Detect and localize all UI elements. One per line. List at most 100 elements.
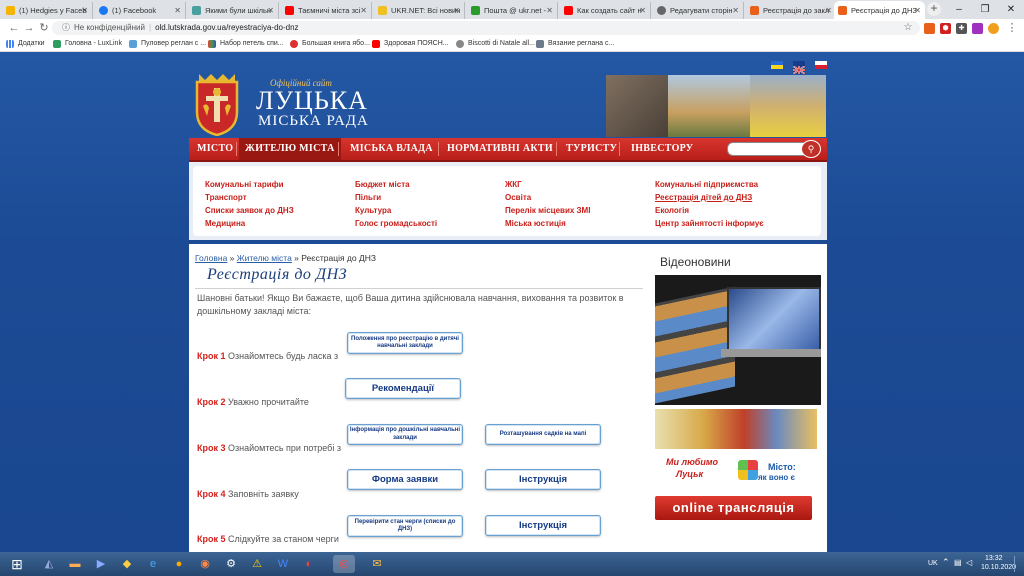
tab-close-icon[interactable]: ✕ <box>360 6 367 15</box>
browser-tab-active[interactable]: Реєстрація до ДНЗ ✕ <box>834 1 925 19</box>
site-title[interactable]: ЛУЦЬКА <box>256 88 368 114</box>
form-instruction-button[interactable]: Інструкція <box>485 469 601 490</box>
apps-bookmark[interactable]: Додатки <box>6 38 45 50</box>
tray-chevron-icon[interactable]: ⌃ <box>942 557 950 568</box>
puzzle-icon[interactable]: ✚ <box>956 23 967 34</box>
submenu-link[interactable]: ЖКГ <box>505 180 522 189</box>
submenu-link[interactable]: Голос громадськості <box>355 219 437 228</box>
breadcrumb-home-link[interactable]: Головна <box>195 253 227 263</box>
bookmark-item[interactable]: Пуловер реглан с ... <box>129 38 206 50</box>
profile-avatar[interactable] <box>988 23 999 34</box>
tab-close-icon[interactable]: ✕ <box>81 6 88 15</box>
recommendations-button[interactable]: Рекомендації <box>345 378 461 399</box>
bookmark-item[interactable]: Вязание реглана с... <box>536 38 614 50</box>
submenu-link[interactable]: Бюджет міста <box>355 180 410 189</box>
nav-item-city-government[interactable]: МІСЬКА ВЛАДА <box>350 138 433 160</box>
browser-tab[interactable]: Реєстрація до закл ✕ <box>746 2 837 19</box>
submenu-link[interactable]: Культура <box>355 206 391 215</box>
tab-close-icon[interactable]: ✕ <box>453 6 460 15</box>
tab-close-icon[interactable]: ✕ <box>546 6 553 15</box>
bookmark-item[interactable]: Большая книга ябо... <box>290 38 370 50</box>
bookmark-item[interactable]: Головна - LuxLink <box>53 38 122 50</box>
browser-tab[interactable]: UKR.NET: Всі новин ✕ <box>374 2 465 19</box>
new-tab-plus-icon[interactable]: + <box>927 2 941 16</box>
city-photo-banner[interactable] <box>655 409 817 449</box>
start-windows-icon[interactable]: ⊞ <box>4 554 30 574</box>
poland-flag-icon[interactable] <box>815 61 827 69</box>
site-search-input[interactable] <box>727 142 809 156</box>
nav-item-misto[interactable]: МІСТО <box>197 138 233 160</box>
nav-item-investor[interactable]: ІНВЕСТОРУ <box>631 138 693 160</box>
submenu-link-active[interactable]: Реєстрація дітей до ДНЗ <box>655 193 752 202</box>
back-arrow-icon[interactable]: ← <box>6 20 22 36</box>
app-icon[interactable]: ⚙ <box>220 555 242 573</box>
submenu-link[interactable]: Освіта <box>505 193 531 202</box>
app-icon[interactable]: ✉ <box>366 555 388 573</box>
submenu-link[interactable]: Комунальні підприємства <box>655 180 758 189</box>
application-form-button[interactable]: Форма заявки <box>347 469 463 490</box>
browser-tab[interactable]: (1) Facebook ✕ <box>95 2 186 19</box>
bookmark-item[interactable]: Biscotti di Natale all... <box>456 38 535 50</box>
video-news-banner[interactable] <box>655 275 821 405</box>
word-icon[interactable]: W <box>272 555 294 573</box>
chrome-icon[interactable]: ◎ <box>333 555 355 573</box>
language-indicator[interactable]: UK <box>928 560 938 567</box>
submenu-link[interactable]: Комунальні тарифи <box>205 180 284 189</box>
app-icon[interactable]: ◭ <box>38 555 60 573</box>
network-icon[interactable]: ▤ <box>954 558 962 567</box>
minimize-icon[interactable]: – <box>946 0 972 19</box>
ukraine-flag-icon[interactable] <box>771 61 783 69</box>
bookmark-item[interactable]: Набор петель спи... <box>208 38 284 50</box>
star-icon[interactable]: ☆ <box>900 20 916 36</box>
breadcrumb-section-link[interactable]: Жителю міста <box>237 253 292 263</box>
show-desktop-button[interactable] <box>1014 556 1023 572</box>
bookmark-item[interactable]: Здоровая ПОЯСН... <box>372 38 449 50</box>
window-close-icon[interactable]: ✕ <box>998 0 1024 19</box>
browser-tab[interactable]: Пошта @ ukr.net - ✕ <box>467 2 558 19</box>
uk-flag-icon[interactable] <box>792 61 806 75</box>
abp-extension-icon[interactable]: ⬢ <box>940 23 951 34</box>
browser-tab[interactable]: Как создать сайт н ✕ <box>560 2 651 19</box>
internet-explorer-icon[interactable]: e <box>142 555 164 573</box>
regulations-button[interactable]: Положення про реєстрацію в дитячі навчал… <box>347 332 463 354</box>
kindergartens-map-button[interactable]: Розташування садків на мапі <box>485 424 601 445</box>
submenu-link[interactable]: Списки заявок до ДНЗ <box>205 206 294 215</box>
maximize-icon[interactable]: ❐ <box>972 0 998 19</box>
extension-icon[interactable] <box>972 23 983 34</box>
search-icon[interactable]: ⚲ <box>801 140 821 158</box>
nav-item-tourist[interactable]: ТУРИСТУ <box>566 138 617 160</box>
app-icon[interactable]: ◆ <box>116 555 138 573</box>
browser-tab[interactable]: (1) Hedgies у Faceb ✕ <box>2 2 93 19</box>
volume-icon[interactable]: ◁ <box>966 558 972 567</box>
online-broadcast-button[interactable]: online трансляція <box>655 496 812 520</box>
browser-tab[interactable]: Якими були шкільн ✕ <box>188 2 279 19</box>
nav-item-regulations[interactable]: НОРМАТИВНІ АКТИ <box>447 138 553 160</box>
tab-close-icon[interactable]: ✕ <box>732 6 739 15</box>
submenu-link[interactable]: Медицина <box>205 219 245 228</box>
reload-icon[interactable]: ↻ <box>36 20 52 36</box>
submenu-link[interactable]: Міська юстиція <box>505 219 566 228</box>
check-queue-button[interactable]: Перевірити стан черги (списки до ДНЗ) <box>347 515 463 537</box>
menu-dots-icon[interactable]: ⋮ <box>1004 20 1020 36</box>
app-icon[interactable]: ● <box>168 555 190 573</box>
extension-icon[interactable] <box>924 23 935 34</box>
tab-close-icon[interactable]: ✕ <box>825 6 832 15</box>
queue-instruction-button[interactable]: Інструкція <box>485 515 601 536</box>
browser-tab[interactable]: Редагувати сторін ✕ <box>653 2 744 19</box>
submenu-link[interactable]: Транспорт <box>205 193 247 202</box>
app-icon[interactable]: ◐ <box>298 555 320 573</box>
submenu-link[interactable]: Центр зайнятості інформує <box>655 219 764 228</box>
app-icon[interactable]: ⚠ <box>246 555 268 573</box>
nav-item-residents[interactable]: ЖИТЕЛЮ МІСТА <box>239 138 341 160</box>
tab-close-icon[interactable]: ✕ <box>174 6 181 15</box>
browser-tab[interactable]: Таємничі міста зсі ✕ <box>281 2 372 19</box>
firefox-icon[interactable]: ◉ <box>194 555 216 573</box>
app-icon[interactable]: ▶ <box>90 555 112 573</box>
submenu-link[interactable]: Перелік місцевих ЗМІ <box>505 206 590 215</box>
tab-close-icon[interactable]: ✕ <box>267 6 274 15</box>
clock-time[interactable]: 13:32 <box>985 555 1003 562</box>
submenu-link[interactable]: Пільги <box>355 193 381 202</box>
file-explorer-icon[interactable]: ▬ <box>64 555 86 573</box>
lutsk-coat-of-arms-icon[interactable] <box>193 72 241 136</box>
url-input[interactable]: ⓘ Не конфіденційний | old.lutskrada.gov.ua/… <box>52 21 920 35</box>
